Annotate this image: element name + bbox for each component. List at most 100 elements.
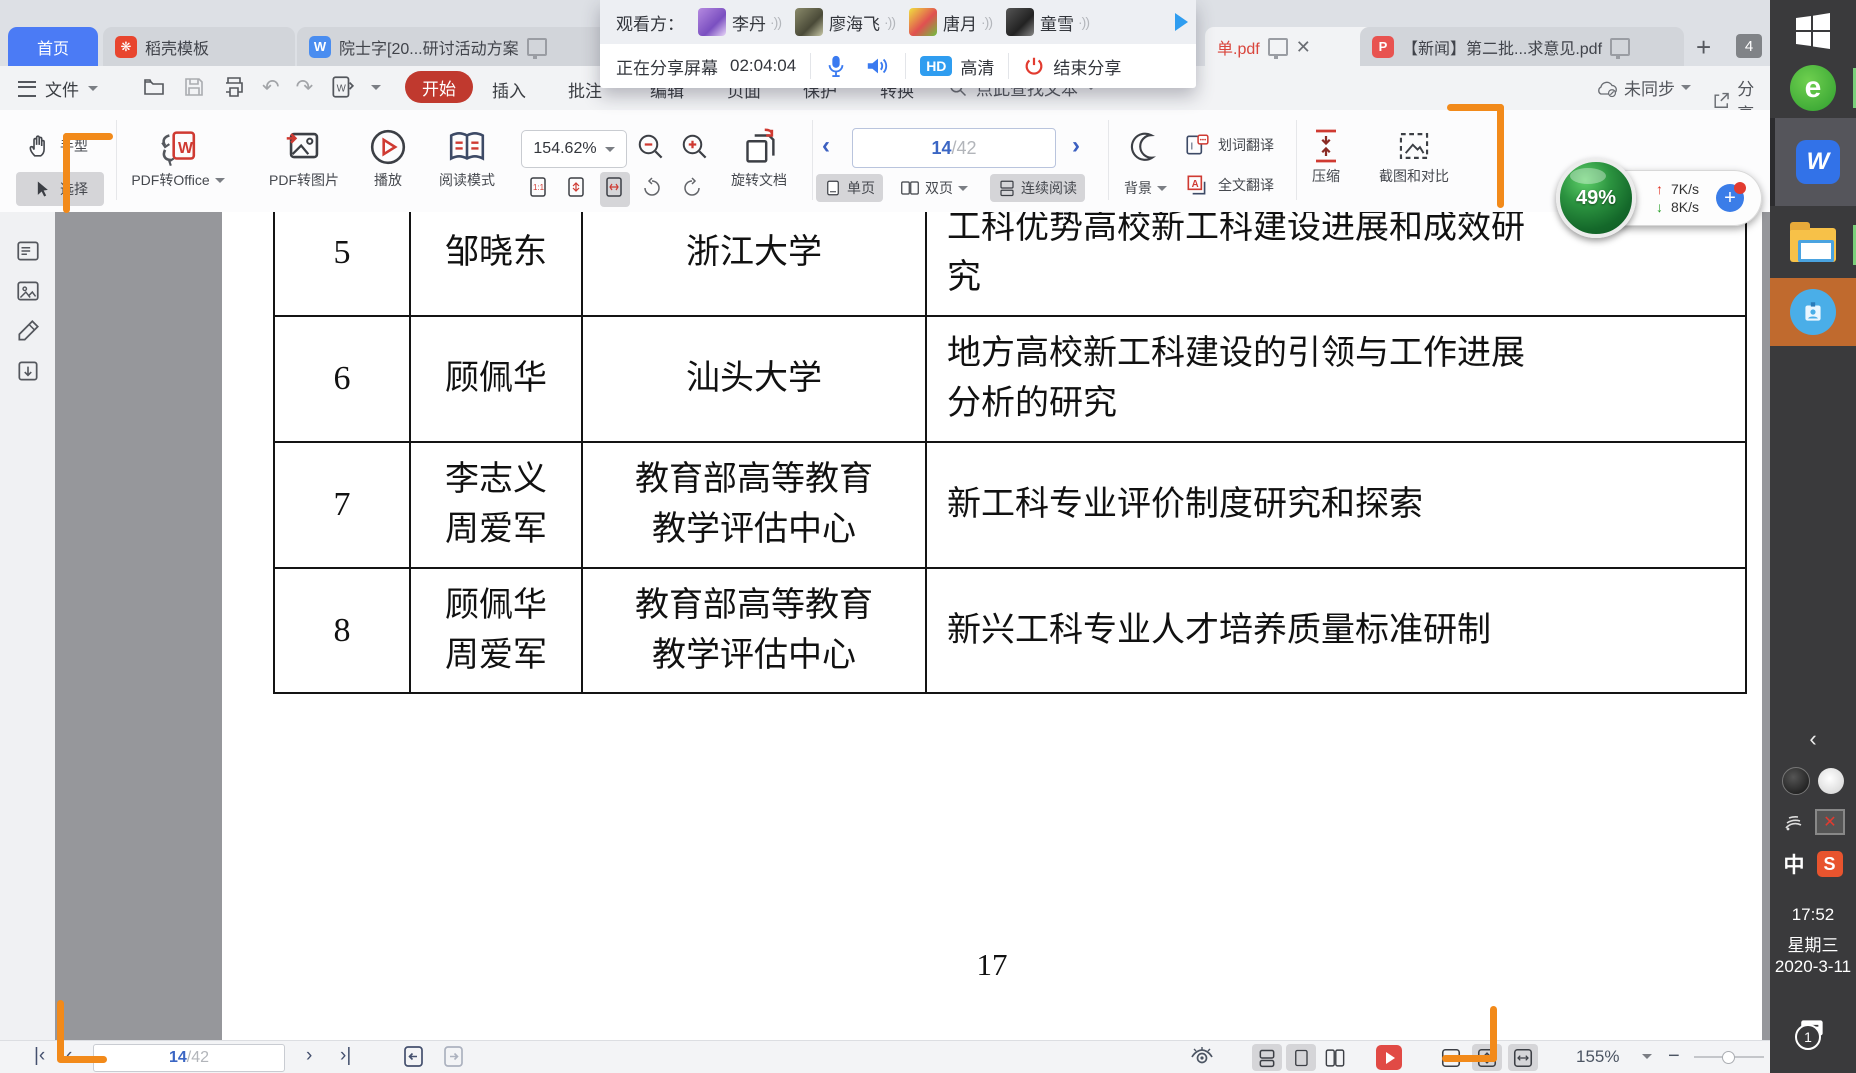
select-tool[interactable]: 选择 — [16, 172, 104, 206]
single-view-button[interactable] — [1286, 1044, 1316, 1071]
close-tab-icon[interactable]: ✕ — [1296, 38, 1311, 56]
eye-protect-button[interactable] — [1188, 1045, 1216, 1073]
clock-time[interactable]: 17:52 — [1770, 905, 1856, 925]
document-area[interactable]: 5邹晓东浙江大学工科优势高校新工科建设进展和成效研究6顾佩华汕头大学地方高校新工… — [55, 212, 1770, 1040]
tab-news-pdf[interactable]: P 【新闻】第二批...求意见.pdf — [1360, 27, 1684, 66]
taskbar-contacts-alert[interactable] — [1770, 278, 1856, 346]
menu-item-1[interactable]: 批注 — [568, 77, 602, 102]
rotate-doc-button[interactable]: 旋转文档 — [716, 124, 802, 190]
fit-width-button[interactable] — [600, 172, 630, 207]
last-page-button[interactable]: ›| — [340, 1045, 351, 1067]
zoom-out-button[interactable]: − — [1668, 1045, 1680, 1068]
viewer-avatar — [698, 8, 726, 36]
double-view-button[interactable] — [1320, 1044, 1350, 1071]
pdf-to-office-button[interactable]: W PDF转Office — [120, 124, 236, 190]
page-number-box[interactable]: 14 /42 — [852, 128, 1056, 168]
prev-page-button[interactable]: ‹ — [822, 132, 830, 160]
viewer-name: 廖海飞 — [829, 10, 880, 35]
read-mode-button[interactable]: 阅读模式 — [432, 124, 502, 190]
chevron-down-icon[interactable] — [371, 85, 381, 90]
outline-panel-icon[interactable] — [15, 238, 41, 264]
play-button[interactable]: 播放 — [362, 124, 414, 190]
rotate-right-icon[interactable] — [680, 176, 704, 200]
download-speed: 8K/s — [1671, 199, 1699, 215]
annotation-panel-icon[interactable] — [15, 318, 41, 344]
compress-button[interactable]: 压缩 — [1294, 126, 1358, 186]
thumbnail-panel-icon[interactable] — [15, 278, 41, 304]
qq-tray-icon[interactable] — [1782, 767, 1810, 795]
view-forward-button[interactable] — [442, 1045, 466, 1073]
fit-width-button[interactable] — [1508, 1044, 1538, 1071]
continuous-view-button[interactable] — [1252, 1044, 1282, 1071]
next-page-button[interactable]: › — [306, 1045, 312, 1067]
annotation-bracket-top-right — [1447, 104, 1504, 111]
memory-ball[interactable]: 49% — [1556, 158, 1636, 238]
chevron-down-icon[interactable] — [1642, 1054, 1652, 1059]
fullscreen-play-button[interactable] — [1376, 1045, 1402, 1070]
table-row: 7李志义周爱军教育部高等教育教学评估中心新工科专业评价制度研究和探索 — [274, 442, 1746, 568]
tab-home[interactable]: 首页 — [8, 27, 98, 66]
menu-start[interactable]: 开始 — [405, 71, 473, 103]
speaker-icon[interactable] — [865, 54, 891, 78]
pdf-to-image-button[interactable]: PDF转图片 — [252, 124, 356, 190]
start-button[interactable] — [1770, 8, 1856, 54]
tray-app-icon[interactable] — [1818, 768, 1844, 794]
tab-docer[interactable]: ❋ 稻壳模板 — [103, 27, 295, 66]
accelerate-button[interactable]: + — [1716, 184, 1744, 212]
tab-active-pdf[interactable]: 单.pdf ✕ — [1205, 27, 1377, 66]
next-page-button[interactable]: › — [1072, 132, 1080, 160]
export-panel-icon[interactable] — [15, 358, 41, 384]
end-share-label[interactable]: 结束分享 — [1053, 54, 1121, 79]
zoom-in-icon[interactable] — [680, 132, 710, 162]
undo-icon[interactable]: ↶ — [262, 75, 280, 100]
fit-page-button[interactable] — [562, 172, 592, 207]
cell-name: 邹晓东 — [410, 212, 582, 316]
background-button[interactable]: 背景 — [1116, 174, 1175, 202]
tab-count-badge[interactable]: 4 — [1736, 34, 1762, 58]
full-translate-button[interactable]: A 全文翻译 — [1184, 172, 1274, 198]
expand-viewers-icon[interactable] — [1175, 13, 1188, 31]
sogou-icon[interactable]: S — [1817, 851, 1843, 877]
print-icon[interactable] — [222, 75, 246, 99]
first-page-button[interactable]: |‹ — [34, 1045, 45, 1067]
voice-wave-icon: ·)) — [1078, 14, 1089, 30]
zoom-out-icon[interactable] — [636, 132, 666, 162]
signal-icon[interactable] — [1781, 810, 1807, 834]
menu-item-0[interactable]: 插入 — [492, 77, 526, 102]
single-page-button[interactable]: 单页 — [816, 174, 883, 202]
zoom-select[interactable]: 154.62% — [521, 130, 627, 168]
night-mode-button[interactable] — [1126, 128, 1164, 171]
hd-label: 高清 — [960, 54, 994, 79]
continuous-read-button[interactable]: 连续阅读 — [990, 174, 1085, 202]
double-page-button[interactable]: 双页 — [892, 174, 976, 202]
save-icon[interactable] — [182, 75, 206, 99]
export-word-icon[interactable]: W — [329, 74, 355, 100]
redo-icon[interactable]: ↷ — [296, 75, 314, 100]
taskbar-browser[interactable]: e — [1770, 62, 1856, 114]
end-share-power-icon[interactable] — [1023, 55, 1045, 77]
presenting-icon — [1610, 38, 1630, 56]
tray-expand-chevron[interactable]: ‹ — [1770, 724, 1856, 754]
actual-size-button[interactable]: 1:1 — [524, 172, 554, 207]
notification-center[interactable]: 1 — [1770, 1005, 1856, 1055]
status-page-box[interactable]: 14 /42 — [93, 1044, 285, 1072]
sync-status[interactable]: 未同步 — [1594, 75, 1691, 100]
voice-wave-icon: ·)) — [884, 14, 895, 30]
zoom-slider-thumb[interactable] — [1722, 1051, 1735, 1064]
open-folder-icon[interactable] — [142, 75, 166, 99]
taskbar-explorer[interactable] — [1770, 218, 1856, 272]
ime-indicator[interactable]: 中 — [1784, 849, 1805, 879]
rotate-left-icon[interactable] — [640, 176, 664, 200]
taskbar-wps-active[interactable]: W — [1770, 118, 1856, 206]
mic-icon[interactable] — [825, 54, 847, 78]
hd-badge[interactable]: HD — [920, 56, 952, 76]
snapshot-compare-button[interactable]: 截图和对比 — [1364, 126, 1464, 186]
new-tab-button[interactable]: + — [1696, 32, 1711, 63]
tab-word-doc[interactable]: W 院士字[20...研讨活动方案 — [297, 27, 621, 66]
status-zoom-value[interactable]: 155% — [1576, 1047, 1619, 1067]
word-translate-button[interactable]: I 划词翻译 — [1184, 132, 1274, 158]
network-speed-ball[interactable]: ↑7K/s ↓8K/s + 49% — [1556, 158, 1766, 238]
file-menu[interactable]: 文件 — [18, 76, 98, 101]
view-back-button[interactable] — [402, 1045, 426, 1073]
network-error-icon[interactable]: ✕ — [1815, 809, 1845, 835]
